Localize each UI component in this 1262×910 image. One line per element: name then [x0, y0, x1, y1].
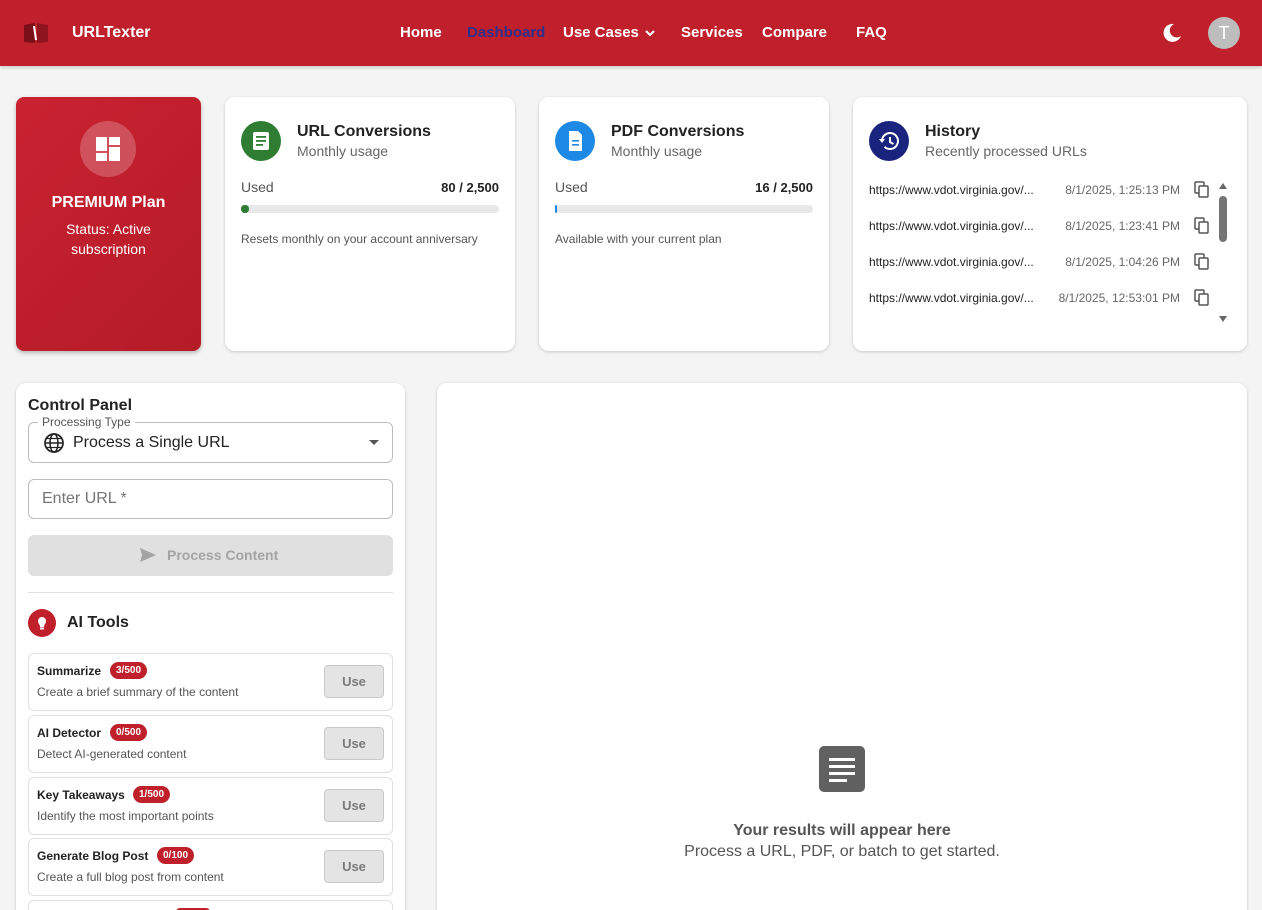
use-key-takeaways-button[interactable]: Use: [324, 789, 384, 822]
brain-icon: [28, 609, 56, 637]
use-ai-detector-button[interactable]: Use: [324, 727, 384, 760]
history-item[interactable]: https://www.vdot.virginia.gov/... 8/1/20…: [869, 253, 1209, 273]
history-time: 8/1/2025, 1:23:41 PM: [1065, 219, 1180, 233]
copy-icon[interactable]: [1193, 253, 1211, 271]
copy-icon[interactable]: [1193, 217, 1211, 235]
usage-badge: 0/500: [110, 724, 148, 741]
pdf-conversions-note: Available with your current plan: [555, 232, 722, 246]
ai-tool-key-takeaways: Key Takeaways 1/500 Identify the most im…: [28, 777, 393, 835]
nav-faq[interactable]: FAQ: [856, 24, 887, 41]
copy-icon[interactable]: [1193, 181, 1211, 199]
book-logo-icon[interactable]: [22, 22, 50, 44]
usage-badge: 0/100: [157, 847, 195, 864]
ai-tool-name: AI Detector: [37, 726, 102, 740]
process-content-button[interactable]: Process Content: [28, 535, 393, 576]
history-title: History: [925, 123, 981, 140]
history-url[interactable]: https://www.vdot.virginia.gov/...: [869, 255, 1045, 269]
copy-icon[interactable]: [1193, 289, 1211, 307]
history-card: History Recently processed URLs https://…: [853, 97, 1247, 351]
pdf-used-value: 16 / 2,500: [755, 180, 813, 195]
results-empty-title: Your results will appear here: [733, 822, 951, 839]
avatar[interactable]: T: [1208, 17, 1240, 49]
send-icon: [140, 548, 156, 562]
pdf-conversions-title: PDF Conversions: [611, 123, 745, 140]
ai-tool-ai-detector: AI Detector 0/500 Detect AI-generated co…: [28, 715, 393, 773]
history-item[interactable]: https://www.vdot.virginia.gov/... 8/1/20…: [869, 181, 1209, 201]
ai-tool-partial: [28, 900, 393, 910]
history-item[interactable]: https://www.vdot.virginia.gov/... 8/1/20…: [869, 289, 1209, 309]
ai-tool-description: Identify the most important points: [37, 809, 214, 823]
chevron-down-icon[interactable]: [644, 27, 656, 39]
url-usage-dot: [241, 205, 249, 213]
history-url[interactable]: https://www.vdot.virginia.gov/...: [869, 291, 1037, 305]
ai-tool-name: Key Takeaways: [37, 788, 125, 802]
usage-badge: 1/500: [133, 786, 171, 803]
document-icon: [555, 121, 595, 161]
plan-name: PREMIUM Plan: [51, 194, 166, 211]
ai-tool-description: Create a brief summary of the content: [37, 685, 239, 699]
pdf-usage-bar: [555, 205, 813, 213]
article-icon: [819, 746, 865, 792]
history-url[interactable]: https://www.vdot.virginia.gov/...: [869, 219, 1045, 233]
ai-tool-description: Detect AI-generated content: [37, 747, 187, 761]
plan-card: PREMIUM Plan Status: Active subscription: [16, 97, 201, 351]
ai-tools-title: AI Tools: [67, 614, 129, 631]
usage-badge: 3/500: [110, 662, 148, 679]
plan-status: Status: Active subscription: [66, 221, 151, 257]
nav-home[interactable]: Home: [400, 24, 442, 41]
article-icon: [241, 121, 281, 161]
history-time: 8/1/2025, 1:25:13 PM: [1065, 183, 1180, 197]
nav-use-cases[interactable]: Use Cases: [563, 24, 639, 41]
url-input[interactable]: [28, 479, 393, 519]
dashboard-icon: [80, 121, 136, 177]
pdf-usage-fill: [555, 205, 558, 213]
ai-tool-name: Generate Blog Post: [37, 849, 149, 863]
history-time: 8/1/2025, 12:53:01 PM: [1058, 291, 1180, 305]
history-time: 8/1/2025, 1:04:26 PM: [1065, 255, 1180, 269]
pdf-used-label: Used: [555, 179, 588, 195]
history-icon: [869, 121, 909, 161]
nav-compare[interactable]: Compare: [762, 24, 827, 41]
processing-type-value: Process a Single URL: [73, 434, 230, 451]
url-used-label: Used: [241, 179, 274, 195]
moon-icon[interactable]: [1161, 22, 1183, 44]
nav-services[interactable]: Services: [681, 24, 743, 41]
ai-tool-generate-blog-post: Generate Blog Post 0/100 Create a full b…: [28, 838, 393, 896]
dropdown-arrow-icon[interactable]: [368, 439, 380, 447]
globe-icon: [44, 433, 64, 453]
history-scrollbar-thumb[interactable]: [1219, 196, 1227, 242]
process-content-label: Process Content: [167, 547, 279, 563]
history-url[interactable]: https://www.vdot.virginia.gov/...: [869, 183, 1045, 197]
processing-type-label: Processing Type: [38, 415, 135, 429]
divider: [28, 592, 393, 593]
ai-tool-name: Summarize: [37, 664, 102, 678]
pdf-conversions-subtitle: Monthly usage: [611, 143, 703, 159]
use-generate-blog-post-button[interactable]: Use: [324, 850, 384, 883]
use-summarize-button[interactable]: Use: [324, 665, 384, 698]
ai-tool-summarize: Summarize 3/500 Create a brief summary o…: [28, 653, 393, 711]
history-subtitle: Recently processed URLs: [925, 143, 1087, 159]
brand-name[interactable]: URLTexter: [72, 24, 151, 42]
results-empty-subtitle: Process a URL, PDF, or batch to get star…: [684, 843, 1000, 860]
history-item[interactable]: https://www.vdot.virginia.gov/... 8/1/20…: [869, 217, 1209, 237]
ai-tool-description: Create a full blog post from content: [37, 870, 224, 884]
nav-dashboard[interactable]: Dashboard: [467, 24, 545, 41]
top-navbar: URLTexter Home Dashboard Use Cases Servi…: [0, 0, 1262, 66]
url-conversions-subtitle: Monthly usage: [297, 143, 389, 159]
url-usage-bar: [241, 205, 499, 213]
url-used-value: 80 / 2,500: [441, 180, 499, 195]
url-conversions-title: URL Conversions: [297, 123, 431, 140]
control-panel-title: Control Panel: [28, 397, 133, 414]
url-conversions-note: Resets monthly on your account anniversa…: [241, 232, 478, 246]
